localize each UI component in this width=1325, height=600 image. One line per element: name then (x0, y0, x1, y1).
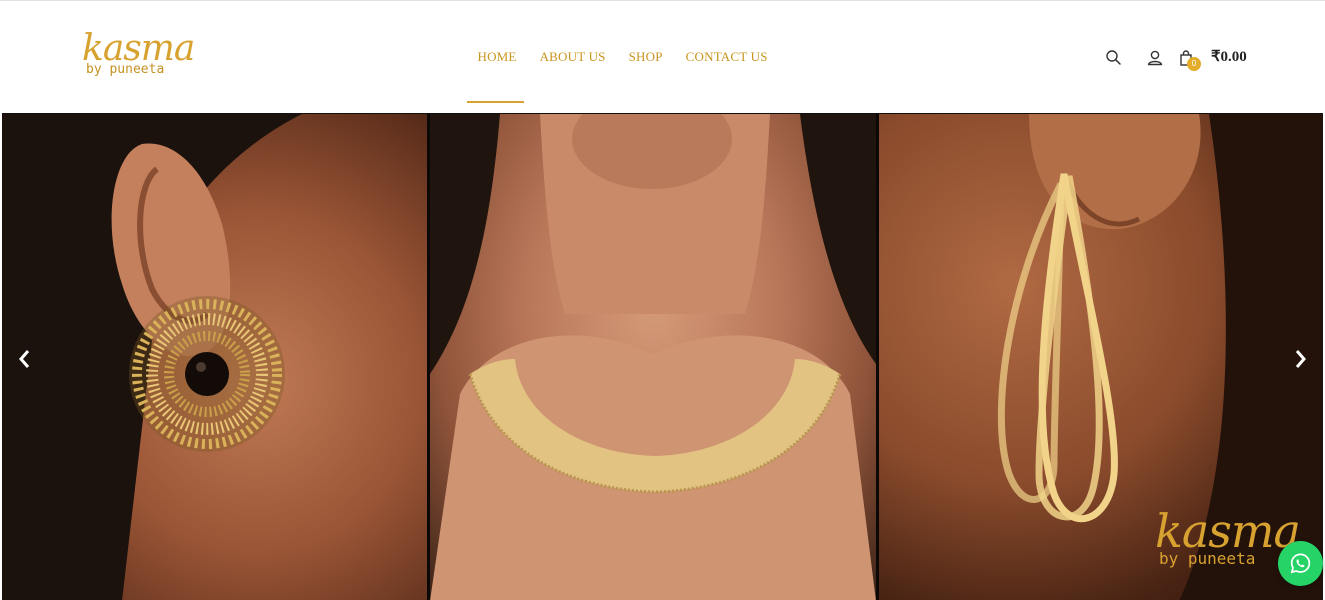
user-icon[interactable] (1143, 46, 1167, 70)
cart-count-badge: 0 (1187, 57, 1201, 71)
nav-item-contact-us[interactable]: CONTACT US (674, 45, 779, 69)
slider-prev-arrow[interactable] (14, 346, 36, 372)
active-nav-indicator (467, 101, 524, 103)
chevron-left-icon (19, 350, 30, 368)
whatsapp-chat-button[interactable] (1278, 541, 1323, 586)
logo-subtitle: by puneeta (86, 62, 165, 77)
nav-item-about-us[interactable]: ABOUT US (528, 45, 617, 69)
nav-item-shop[interactable]: SHOP (617, 45, 674, 69)
search-icon[interactable] (1102, 46, 1126, 70)
chevron-right-icon (1295, 350, 1306, 368)
slide-image-earring (2, 114, 427, 600)
slide-image-necklace (430, 114, 876, 600)
whatsapp-icon (1290, 553, 1311, 574)
nav-item-home[interactable]: HOME (466, 45, 528, 69)
watermark-script-text: kasma (1155, 504, 1301, 558)
cart-total[interactable]: ₹0.00 (1211, 47, 1247, 67)
watermark-subtitle: by puneeta (1159, 549, 1256, 568)
site-logo[interactable]: kasma by puneeta (82, 31, 195, 83)
main-navigation: HOME ABOUT US SHOP CONTACT US (466, 45, 779, 69)
site-header: kasma by puneeta HOME ABOUT US SHOP CONT… (0, 1, 1325, 113)
hero-slider (2, 113, 1323, 600)
slider-next-arrow[interactable] (1289, 346, 1311, 372)
